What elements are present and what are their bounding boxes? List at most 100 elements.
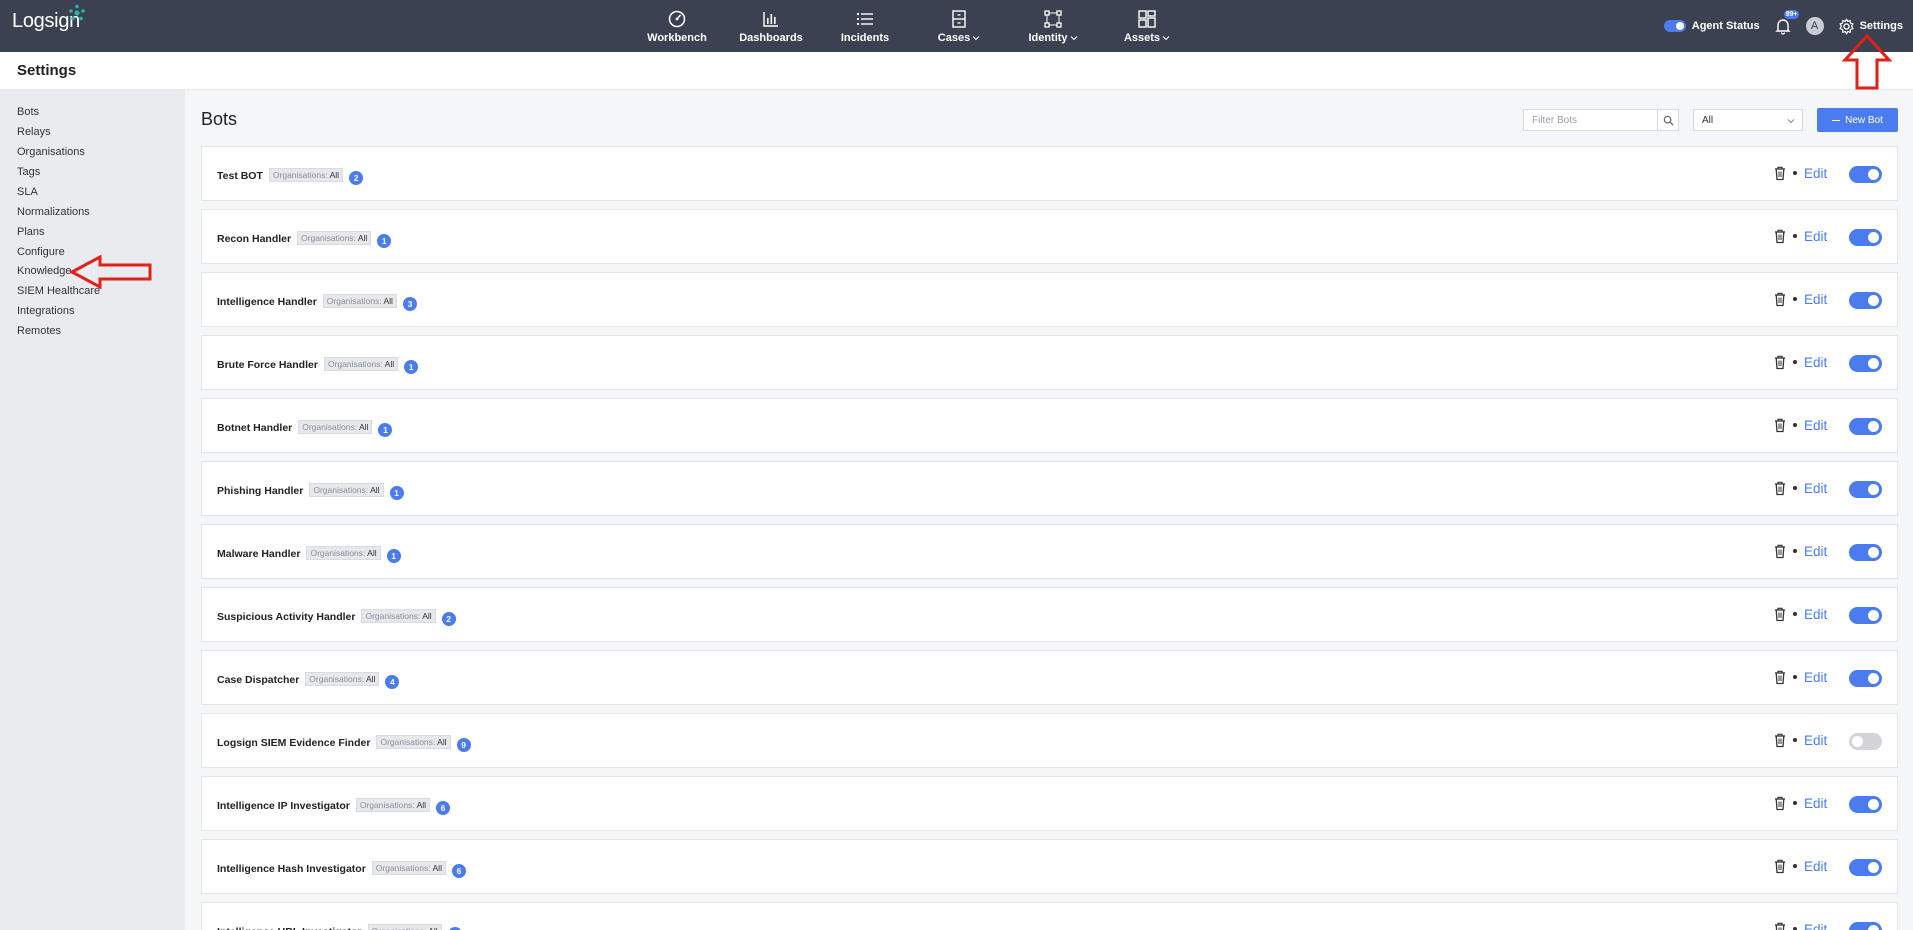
search-icon (1663, 115, 1674, 126)
trash-icon[interactable] (1773, 417, 1787, 433)
bot-actions: Edit (1773, 165, 1827, 181)
page-title: Settings (17, 62, 77, 79)
edit-link[interactable]: Edit (1804, 796, 1827, 811)
nav-assets-text: Assets (1123, 31, 1161, 44)
sidebar-item-bots[interactable]: Bots (17, 106, 39, 118)
sidebar-item-sla[interactable]: SLA (17, 186, 38, 198)
bot-row: Intelligence URL Investigator Organisatio… (201, 902, 1898, 930)
trash-icon[interactable] (1773, 480, 1787, 496)
logo-mark-icon (69, 4, 85, 21)
sidebar-item-plans[interactable]: Plans (17, 226, 45, 238)
chevron-down-icon (1162, 35, 1170, 40)
bot-name: Test BOT Organisations: All 2 (217, 168, 364, 185)
trash-icon[interactable] (1773, 354, 1787, 370)
organisation-select-value: All (1702, 115, 1714, 126)
edit-link[interactable]: Edit (1804, 607, 1827, 622)
nav-dashboards-label: Dashboards (739, 31, 803, 44)
sidebar-item-normalizations[interactable]: Normalizations (17, 206, 90, 218)
sidebar-item-tags[interactable]: Tags (17, 166, 40, 178)
bot-enabled-toggle[interactable] (1849, 607, 1882, 624)
nav-cases[interactable]: Cases (912, 0, 1006, 52)
trash-icon[interactable] (1773, 732, 1787, 748)
bot-enabled-toggle[interactable] (1849, 796, 1882, 813)
notifications-button[interactable]: 99+ (1774, 10, 1800, 35)
bot-enabled-toggle[interactable] (1849, 229, 1882, 246)
trash-icon[interactable] (1773, 543, 1787, 559)
avatar[interactable]: A (1805, 17, 1824, 35)
sidebar-item-configure[interactable]: Configure (17, 246, 65, 258)
bot-name-text: Botnet Handler (217, 422, 293, 434)
bot-count-badge: 6 (451, 864, 466, 878)
organisations-tag-key: Organisations: (365, 611, 421, 621)
edit-link[interactable]: Edit (1804, 922, 1827, 930)
separator-dot (1793, 486, 1797, 490)
trash-icon[interactable] (1773, 795, 1787, 811)
edit-link[interactable]: Edit (1804, 355, 1827, 370)
nav-workbench[interactable]: Workbench (630, 0, 724, 52)
bot-name-text: Suspicious Activity Handler (217, 611, 356, 623)
filter-search-button[interactable] (1657, 110, 1678, 130)
bot-enabled-toggle[interactable] (1849, 481, 1882, 498)
edit-link[interactable]: Edit (1804, 481, 1827, 496)
trash-icon[interactable] (1773, 606, 1787, 622)
agent-status-toggle[interactable] (1663, 20, 1686, 32)
edit-link[interactable]: Edit (1804, 292, 1827, 307)
bell-icon (1774, 19, 1791, 35)
organisations-tag-key: Organisations: (380, 737, 436, 747)
bot-enabled-toggle[interactable] (1849, 418, 1882, 435)
bot-name: Intelligence Handler Organisations: All 3 (217, 294, 417, 311)
bot-name: Suspicious Activity Handler Organisations… (217, 609, 456, 626)
bot-enabled-toggle[interactable] (1849, 292, 1882, 309)
bot-name-text: Phishing Handler (217, 485, 304, 497)
sidebar-item-integrations[interactable]: Integrations (17, 305, 74, 317)
bot-actions: Edit (1773, 795, 1827, 811)
sidebar-item-knowledge[interactable]: Knowledge (17, 265, 71, 277)
organisations-tag-key: Organisations: (359, 800, 415, 810)
sidebar-item-remotes[interactable]: Remotes (17, 325, 61, 337)
bot-enabled-toggle[interactable] (1849, 733, 1882, 750)
settings-link[interactable]: Settings (1838, 17, 1903, 35)
edit-link[interactable]: Edit (1804, 418, 1827, 433)
bot-enabled-toggle[interactable] (1849, 859, 1882, 876)
nav-identity-text: Identity (1028, 31, 1068, 44)
trash-icon[interactable] (1773, 165, 1787, 181)
trash-icon[interactable] (1773, 291, 1787, 307)
separator-dot (1793, 360, 1797, 364)
agent-status[interactable]: Agent Status (1663, 20, 1760, 32)
edit-link[interactable]: Edit (1804, 733, 1827, 748)
nav-dashboards[interactable]: Dashboards (724, 0, 818, 52)
bot-enabled-toggle[interactable] (1849, 544, 1882, 561)
edit-link[interactable]: Edit (1804, 670, 1827, 685)
edit-link[interactable]: Edit (1804, 859, 1827, 874)
filter-bots-input[interactable] (1524, 110, 1657, 130)
bot-enabled-toggle[interactable] (1849, 166, 1882, 183)
trash-icon[interactable] (1773, 669, 1787, 685)
sidebar-item-organisations[interactable]: Organisations (17, 146, 85, 158)
new-bot-button[interactable]: New Bot (1817, 108, 1898, 132)
bot-name-text: Test BOT (217, 170, 263, 182)
bot-count-badge: 2 (349, 171, 364, 185)
nav-assets[interactable]: Assets (1100, 0, 1194, 52)
separator-dot (1793, 612, 1797, 616)
logo[interactable]: Logsign (12, 4, 85, 33)
nav-identity[interactable]: Identity (1006, 0, 1100, 52)
bots-panel: Bots All New Bot Test BOT Organisations: … (185, 90, 1913, 930)
edit-link[interactable]: Edit (1804, 544, 1827, 559)
trash-icon[interactable] (1773, 228, 1787, 244)
organisation-select[interactable]: All (1693, 109, 1803, 131)
bot-enabled-toggle[interactable] (1849, 922, 1882, 930)
trash-icon[interactable] (1773, 921, 1787, 930)
nav-incidents[interactable]: Incidents (818, 0, 912, 52)
bot-enabled-toggle[interactable] (1849, 355, 1882, 372)
organisations-tag-value: All (357, 233, 368, 243)
bot-enabled-toggle[interactable] (1849, 670, 1882, 687)
notification-badge: 99+ (1783, 10, 1800, 19)
edit-link[interactable]: Edit (1804, 166, 1827, 181)
organisations-tag: Organisations: All (306, 546, 381, 560)
edit-link[interactable]: Edit (1804, 229, 1827, 244)
trash-icon[interactable] (1773, 858, 1787, 874)
organisations-tag: Organisations: All (322, 294, 397, 308)
grid-icon (1138, 9, 1156, 28)
sidebar-item-relays[interactable]: Relays (17, 126, 51, 138)
organisations-tag-key: Organisations: (372, 926, 427, 930)
